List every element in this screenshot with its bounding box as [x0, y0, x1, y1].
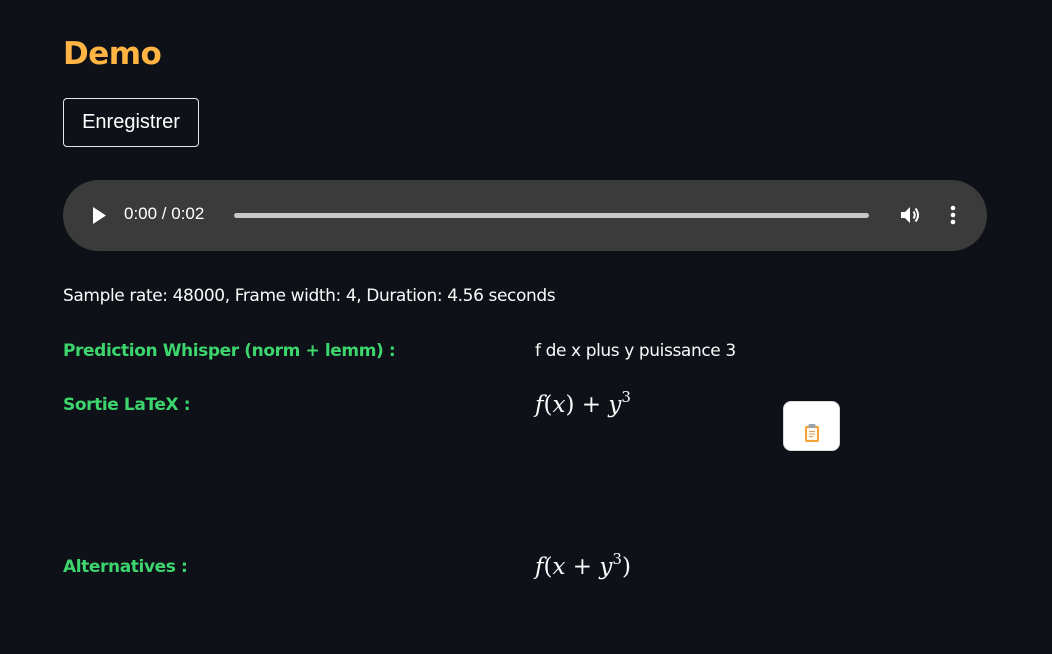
sample-info: Sample rate: 48000, Frame width: 4, Dura… [63, 286, 556, 306]
alternatives-label: Alternatives : [63, 557, 188, 577]
time-display: 0:00 / 0:02 [124, 204, 205, 223]
volume-icon[interactable] [898, 203, 922, 227]
play-icon[interactable] [92, 207, 106, 224]
page-title: Demo [63, 36, 162, 72]
audio-player: 0:00 / 0:02 [63, 180, 987, 251]
latex-output-label: Sortie LaTeX : [63, 395, 191, 415]
latex-formula: f(x) + y3 [535, 388, 631, 419]
clipboard-icon [784, 423, 839, 443]
record-button[interactable]: Enregistrer [63, 98, 199, 147]
alternative-formula: f(x + y3) [535, 550, 631, 581]
copy-button[interactable] [783, 401, 840, 451]
prediction-value: f de x plus y puissance 3 [535, 341, 736, 361]
more-options-icon[interactable] [947, 203, 959, 227]
prediction-label: Prediction Whisper (norm + lemm) : [63, 341, 396, 361]
seek-bar[interactable] [234, 213, 869, 218]
